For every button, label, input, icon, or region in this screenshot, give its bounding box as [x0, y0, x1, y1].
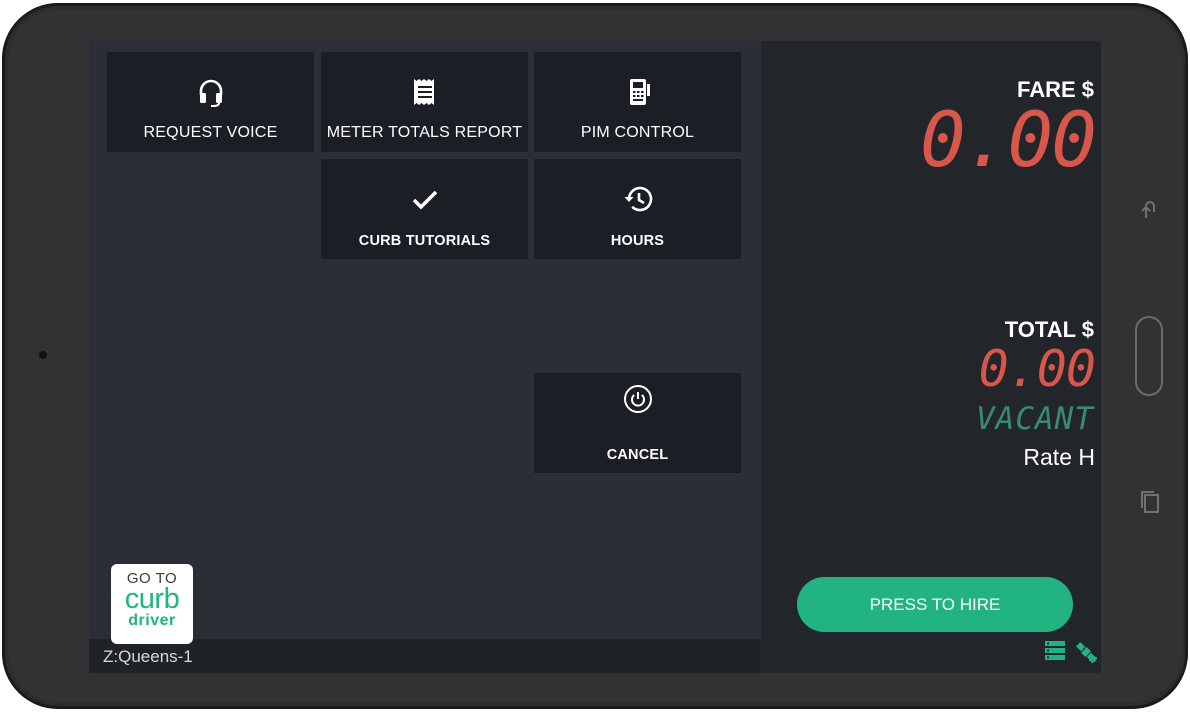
cancel-label: CANCEL	[606, 447, 669, 463]
home-button[interactable]	[1135, 316, 1163, 396]
pim-control-label: PIM CONTROL	[580, 124, 695, 141]
curb-tutorials-label: CURB TUTORIALS	[358, 233, 491, 249]
meter-totals-report-button[interactable]: METER TOTALS REPORT	[321, 52, 528, 152]
meter-totals-report-label: METER TOTALS REPORT	[326, 124, 523, 141]
rate-indicator: Rate H	[1023, 444, 1095, 470]
pim-control-button[interactable]: PIM CONTROL	[534, 52, 741, 152]
fare-value: 0.00	[919, 95, 1097, 184]
menu-panel: REQUEST VOICE METER TOTALS REPORT PIM CO…	[89, 41, 761, 639]
satellite-icon	[1073, 639, 1099, 670]
receipt-icon	[409, 76, 441, 108]
curb-tutorials-button[interactable]: CURB TUTORIALS	[321, 159, 528, 259]
press-to-hire-button[interactable]: PRESS TO HIRE	[797, 577, 1073, 632]
meter-panel: FARE $ 0.00 TOTAL $ 0.00 VACANT Rate H P…	[761, 41, 1101, 673]
power-icon	[622, 383, 654, 415]
total-value: 0.00	[978, 340, 1096, 398]
meter-status: VACANT	[976, 401, 1094, 437]
app-screen: REQUEST VOICE METER TOTALS REPORT PIM CO…	[89, 41, 1101, 673]
request-voice-label: REQUEST VOICE	[143, 124, 278, 141]
go-to-curb-driver-button[interactable]: GO TO curb driver	[111, 564, 193, 644]
curb-logo-brand: curb	[124, 583, 180, 615]
checkmark-icon	[409, 183, 441, 215]
card-terminal-icon	[622, 76, 654, 108]
cancel-button[interactable]: CANCEL	[534, 373, 741, 473]
history-icon	[622, 183, 654, 215]
request-voice-button[interactable]: REQUEST VOICE	[107, 52, 314, 152]
curb-logo-line3: driver	[128, 612, 176, 629]
hours-label: HOURS	[610, 233, 665, 249]
hours-button[interactable]: HOURS	[534, 159, 741, 259]
headset-icon	[195, 76, 227, 108]
back-key-icon[interactable]	[1140, 198, 1160, 226]
zone-indicator: Z:Queens-1	[103, 647, 193, 666]
recent-apps-key-icon[interactable]	[1139, 489, 1161, 519]
server-icon	[1043, 639, 1067, 668]
front-camera	[39, 351, 47, 359]
